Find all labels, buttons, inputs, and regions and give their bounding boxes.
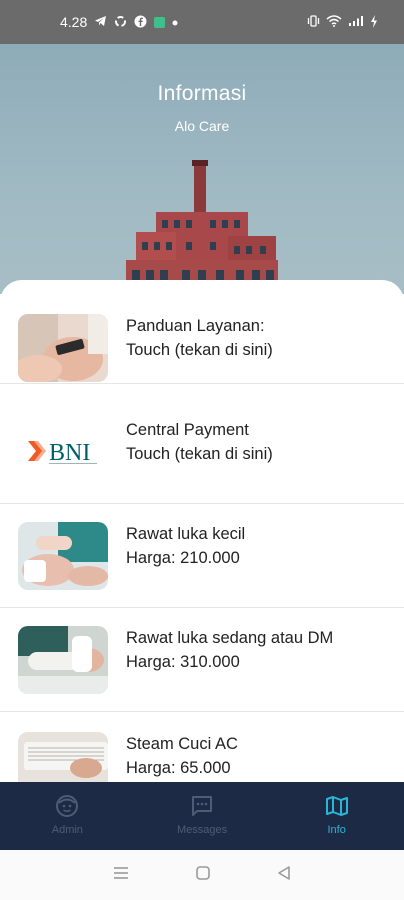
wound-care-photo-thumbnail [18,522,108,590]
ac-cleaning-photo-thumbnail [18,732,108,782]
system-navigation-bar [0,850,404,900]
list-item-panduan-layanan[interactable]: Panduan Layanan: Touch (tekan di sini) [0,280,404,384]
list-item-title: Panduan Layanan: [126,317,265,335]
status-time: 4.28 [60,14,88,30]
list-item-rawat-luka-kecil[interactable]: Rawat luka kecil Harga: 210.000 [0,504,404,608]
smiley-face-icon [56,795,79,817]
page-subtitle: Alo Care [174,118,230,134]
list-item-subtitle: Harga: 310.000 [126,653,240,671]
list-item-title: Rawat luka kecil [126,525,246,543]
status-bar: 4.28 [0,0,404,44]
telegram-icon [94,15,107,29]
list-item-subtitle: Harga: 65.000 [126,759,231,777]
list-item-steam-cuci-ac[interactable]: Steam Cuci AC Harga: 65.000 [0,712,404,782]
list-item-rawat-luka-sedang[interactable]: Rawat luka sedang atau DM Harga: 310.000 [0,608,404,712]
list-item-text: Steam Cuci AC Harga: 65.000 [126,732,238,780]
list-item-title: Rawat luka sedang atau DM [126,629,334,647]
header-banner: Informasi Alo Care [0,44,404,294]
vibrate-icon [307,15,320,29]
list-item-subtitle: Touch (tekan di sini) [126,341,273,359]
nav-item-admin[interactable]: Admin [0,782,135,850]
list-item-subtitle: Touch (tekan di sini) [126,445,273,463]
list-item-text: Central Payment Touch (tekan di sini) [126,418,273,466]
list-item-title: Central Payment [126,421,249,439]
recent-apps-button[interactable] [112,865,130,886]
square-home-icon [196,865,210,880]
charging-icon [370,14,378,30]
map-icon [325,796,348,816]
wifi-icon [326,15,342,29]
bni-logo-thumbnail: BNI [18,418,108,486]
back-button[interactable] [276,865,292,886]
info-card: Panduan Layanan: Touch (tekan di sini) B… [0,280,404,782]
sync-icon [114,15,127,30]
bottom-navigation: Admin Messages Info [0,782,404,850]
nav-label-admin: Admin [51,824,83,836]
list-item-text: Panduan Layanan: Touch (tekan di sini) [126,314,273,362]
nav-item-messages[interactable]: Messages [135,782,270,850]
bni-logo: BNI [18,418,108,486]
building-illustration [126,160,278,294]
app-icon [154,16,166,28]
list-item-text: Rawat luka kecil Harga: 210.000 [126,522,245,570]
bni-logo-text: BNI [49,440,90,466]
chat-icon [192,796,212,816]
bandage-photo-thumbnail [18,626,108,694]
nav-label-info: Info [327,824,346,836]
page-title: Informasi [157,82,247,105]
home-button[interactable] [195,865,211,886]
phone-photo-thumbnail [18,314,108,382]
dot-icon [172,16,178,28]
status-left: 4.28 [60,14,178,30]
facebook-icon [134,15,147,30]
menu-lines-icon [114,866,129,879]
list-item-central-payment[interactable]: BNI Central Payment Touch (tekan di sini… [0,400,404,504]
nav-label-messages: Messages [176,824,228,836]
signal-icon [348,15,364,29]
list-item-title: Steam Cuci AC [126,735,238,753]
list-item-text: Rawat luka sedang atau DM Harga: 310.000 [126,626,333,674]
status-right [307,14,378,30]
list-item-subtitle: Harga: 210.000 [126,549,240,567]
nav-item-info[interactable]: Info [269,782,404,850]
triangle-back-icon [277,865,290,880]
